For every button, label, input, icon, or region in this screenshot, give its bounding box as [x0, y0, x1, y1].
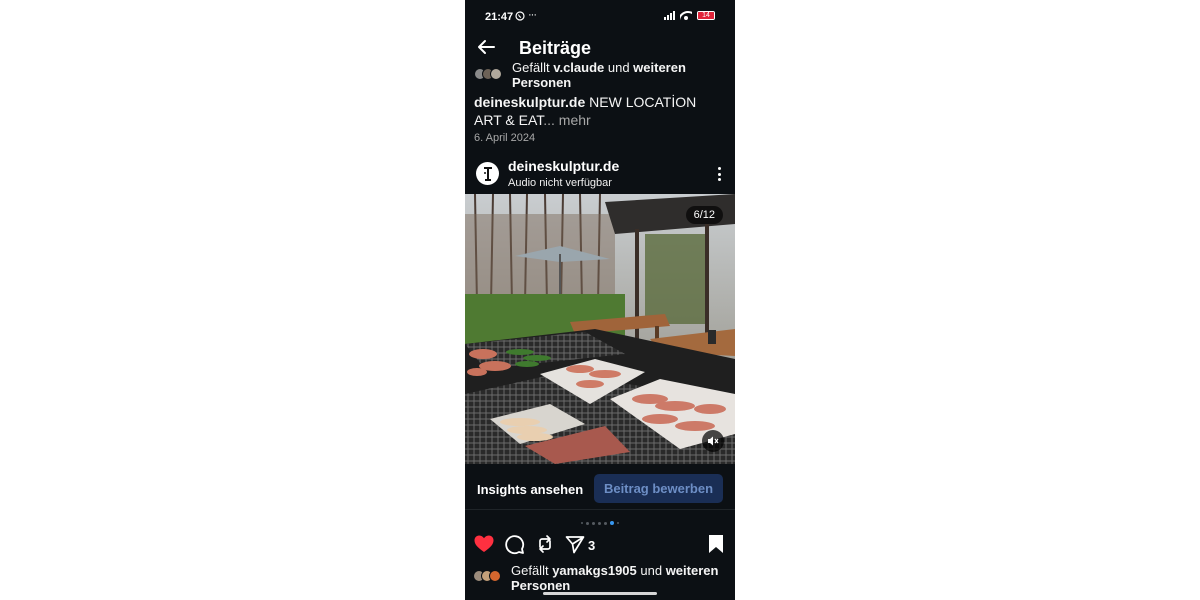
carousel-dot	[604, 521, 607, 525]
liker-avatars	[473, 570, 501, 582]
wifi-icon	[680, 11, 692, 20]
caption-username[interactable]: deineskulptur.de	[474, 94, 585, 110]
post-actions: 3	[465, 533, 735, 557]
carousel-dot	[592, 521, 595, 525]
avatar	[489, 570, 501, 582]
carousel-dot-active	[610, 521, 614, 525]
previous-post-caption: deineskulptur.de NEW LOCATİON ART & EAT.…	[474, 93, 726, 129]
post-header: deineskulptur.de Audio nicht verfügbar	[465, 155, 735, 193]
carousel-indicator	[465, 521, 735, 525]
status-time: 21:47	[485, 11, 514, 23]
home-indicator[interactable]	[543, 592, 657, 595]
more-options-icon[interactable]	[715, 166, 723, 182]
post-username[interactable]: deineskulptur.de	[508, 158, 619, 174]
promote-post-button[interactable]: Beitrag bewerben	[594, 474, 723, 503]
phone-screen: 21:47 ··· 14 Beiträge Gefällt v.claude u…	[465, 0, 735, 600]
likes-prefix: Gefällt	[511, 563, 553, 578]
likes-user[interactable]: yamakgs1905	[552, 563, 637, 578]
page-title: Beiträge	[519, 38, 592, 58]
avatar	[490, 68, 502, 80]
status-bar: 21:47 ··· 14	[465, 0, 735, 32]
carousel-dot	[586, 521, 589, 525]
status-more-icon: ···	[528, 9, 537, 21]
likes-text: Gefällt yamakgs1905 und weiteren Persone…	[511, 563, 723, 593]
battery-icon: 14	[697, 11, 715, 20]
post-image[interactable]: 6/12	[465, 194, 735, 464]
comment-icon[interactable]	[503, 533, 525, 555]
repost-icon[interactable]	[534, 533, 556, 555]
signal-icon	[664, 11, 675, 20]
status-icons: 14	[664, 11, 715, 20]
share-icon[interactable]	[564, 533, 586, 555]
post-date: 6. April 2024	[474, 132, 536, 144]
carousel-dot	[581, 522, 583, 524]
bookmark-icon[interactable]	[707, 534, 725, 554]
likes-and: und	[636, 563, 666, 578]
likes-and: und	[604, 60, 634, 75]
back-arrow-icon[interactable]	[475, 36, 497, 58]
carousel-dot	[617, 522, 619, 524]
whatsapp-icon	[515, 11, 525, 24]
likes-prefix: Gefällt	[512, 60, 554, 75]
battery-level: 14	[702, 12, 710, 19]
liker-avatars	[474, 68, 502, 80]
likes-text: Gefällt v.claude und weiteren Personen	[512, 60, 724, 90]
view-insights-button[interactable]: Insights ansehen	[477, 482, 583, 497]
insights-row: Insights ansehen Beitrag bewerben	[465, 468, 735, 510]
previous-post-likes[interactable]: Gefällt v.claude und weiteren Personen	[474, 60, 724, 92]
profile-avatar[interactable]	[476, 162, 499, 185]
media-counter: 6/12	[685, 206, 723, 224]
bbq-photo	[465, 194, 735, 464]
audio-label[interactable]: Audio nicht verfügbar	[508, 177, 612, 189]
share-count: 3	[588, 538, 596, 553]
like-heart-icon[interactable]	[473, 533, 495, 555]
likes-user[interactable]: v.claude	[553, 60, 604, 75]
mute-icon[interactable]	[702, 430, 724, 452]
caption-more-link[interactable]: ... mehr	[543, 112, 590, 128]
carousel-dot	[598, 521, 601, 525]
